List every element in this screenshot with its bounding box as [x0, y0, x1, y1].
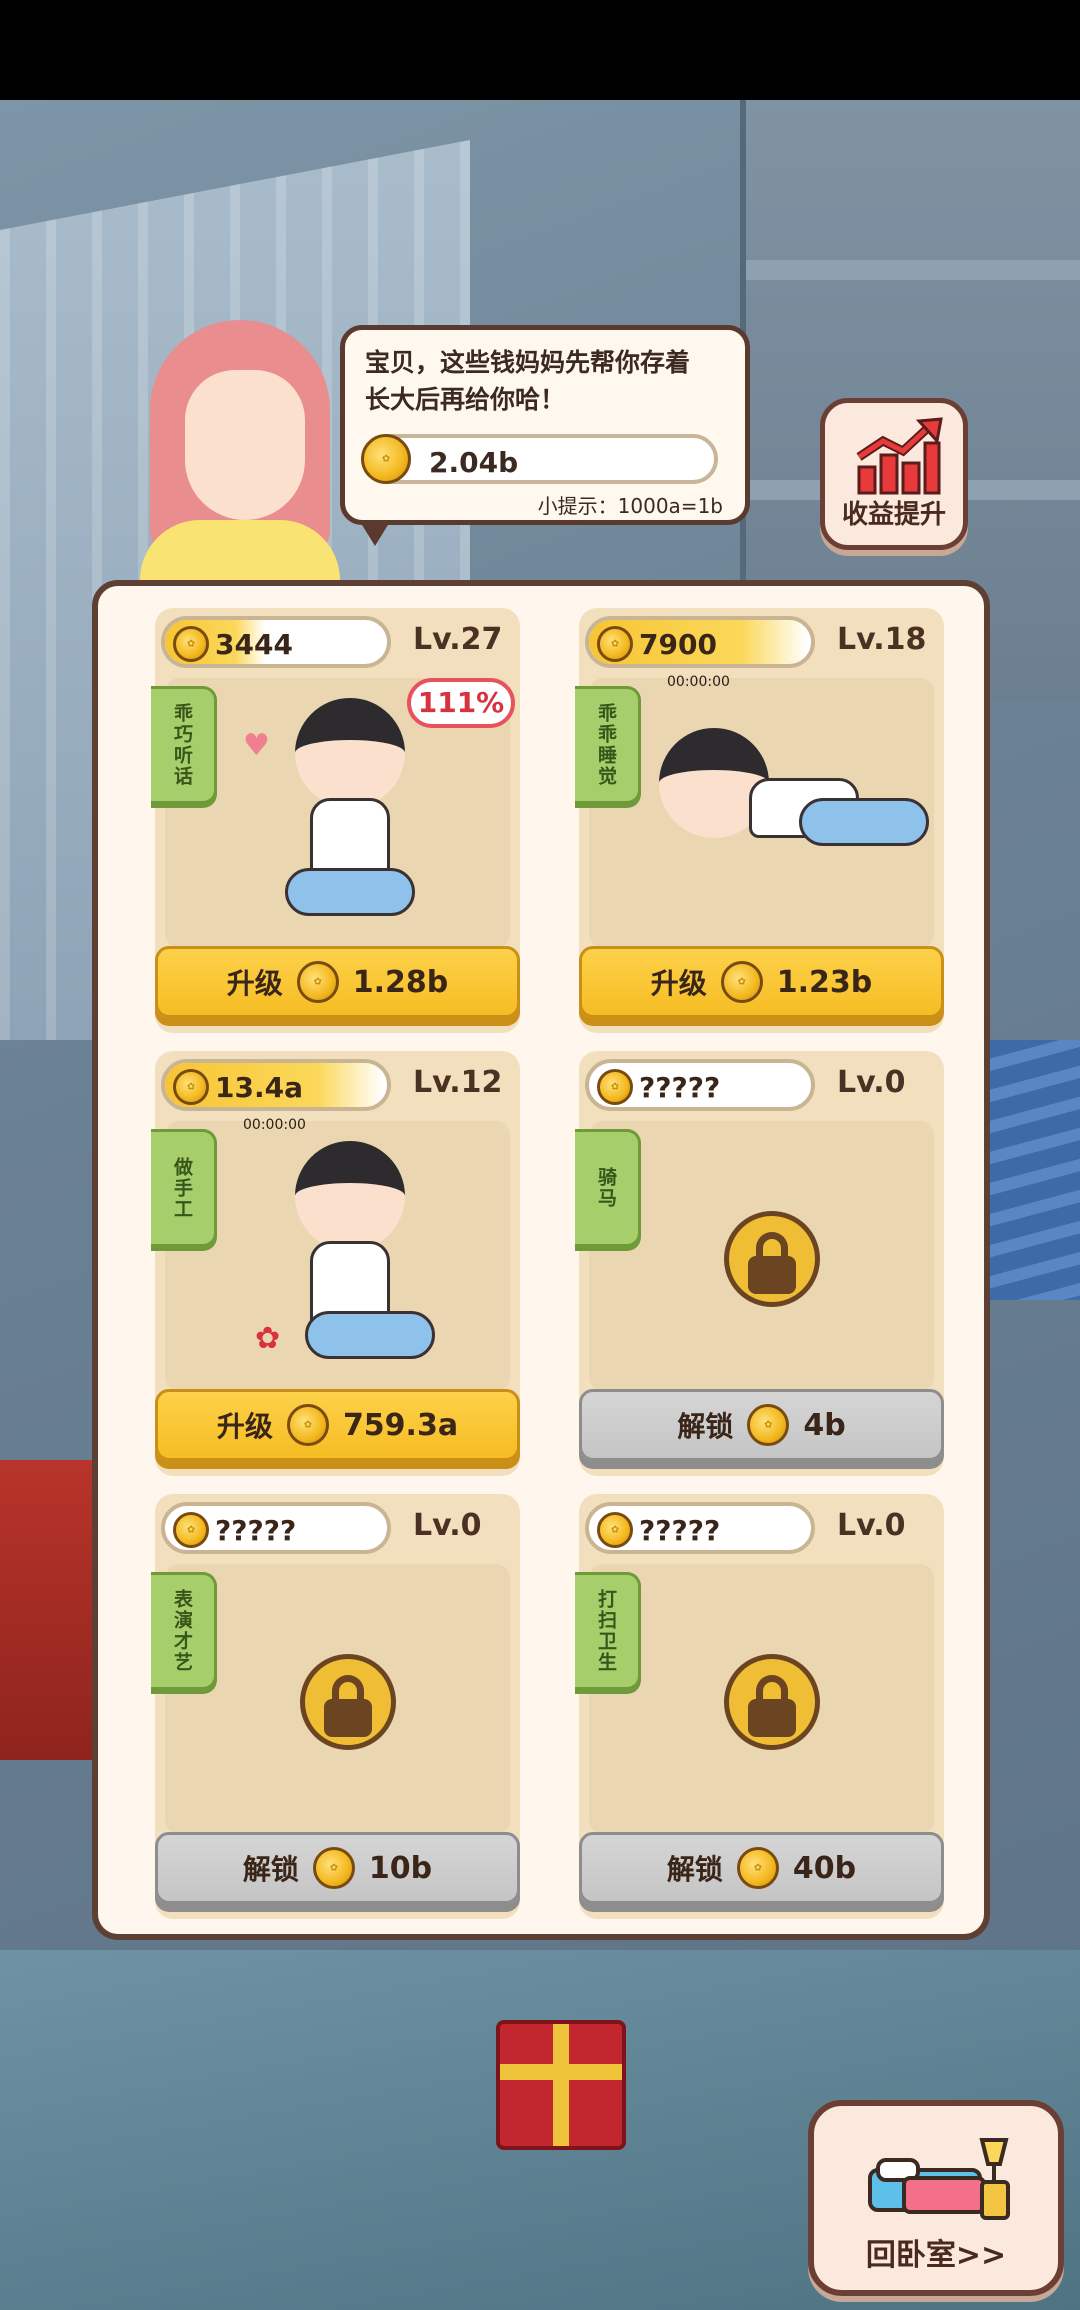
chart-up-icon — [856, 417, 943, 495]
savings-value: 2.04b — [429, 446, 519, 479]
savings-balance: 2.04b — [361, 434, 718, 484]
income-boost-label: 收益提升 — [841, 500, 946, 530]
coin-progress-bar: ????? — [585, 1059, 815, 1111]
back-to-bedroom-label: 回卧室>> — [865, 2238, 1007, 2273]
level-label: Lv.0 — [837, 1508, 906, 1543]
button-label: 升级 — [226, 967, 283, 1000]
level-label: Lv.18 — [837, 622, 927, 657]
activity-tag: 乖巧听话 — [151, 686, 217, 804]
button-cost: 4b — [803, 1407, 846, 1443]
gift-box[interactable] — [496, 2020, 626, 2150]
activity-tag: 骑马 — [575, 1129, 641, 1247]
coin-value: 13.4a — [215, 1071, 303, 1104]
activity-tag: 做手工 — [151, 1129, 217, 1247]
button-cost: 759.3a — [342, 1407, 459, 1443]
coin-progress-bar: 3444 — [161, 616, 391, 668]
back-to-bedroom-button[interactable]: 回卧室>> — [808, 2100, 1064, 2296]
coin-icon — [173, 626, 209, 662]
coin-icon — [597, 1069, 633, 1105]
upgrade-button[interactable]: 升级 1.23b — [579, 946, 944, 1018]
button-cost: 1.23b — [776, 964, 873, 1000]
button-label: 解锁 — [677, 1410, 734, 1443]
coin-value: ????? — [215, 1514, 297, 1547]
bonus-percent-badge: 111% — [407, 678, 515, 728]
button-label: 解锁 — [242, 1853, 299, 1886]
coin-icon — [361, 434, 411, 484]
activity-card-6: ????? Lv.0 打扫卫生 解锁 40b — [575, 1494, 944, 1919]
unlock-button[interactable]: 解锁 4b — [579, 1389, 944, 1461]
bed-icon — [868, 2138, 1010, 2220]
activity-tag: 表演才艺 — [151, 1572, 217, 1690]
activity-panel: ♥ 3444 Lv.27 乖巧听话 111% 升级 1.28b — [92, 580, 990, 1940]
coin-icon — [720, 961, 763, 1003]
coin-icon — [597, 626, 633, 662]
speech-text: 宝贝，这些钱妈妈先帮你存着 长大后再给你哈！ — [365, 348, 691, 414]
coin-value: ????? — [639, 1514, 721, 1547]
income-boost-button[interactable]: 收益提升 — [820, 398, 968, 550]
speech-bubble: 宝贝，这些钱妈妈先帮你存着 长大后再给你哈！ 2.04b 小提示：1000a=1… — [340, 325, 750, 546]
button-label: 升级 — [650, 967, 707, 1000]
lock-icon — [724, 1211, 820, 1307]
activity-card-4: ????? Lv.0 骑马 解锁 4b — [575, 1051, 944, 1476]
coin-progress-bar: ????? — [585, 1502, 815, 1554]
rose-icon: ✿ — [255, 1321, 281, 1356]
heart-icon: ♥ — [243, 728, 270, 763]
coin-icon — [747, 1404, 790, 1446]
button-label: 解锁 — [666, 1853, 723, 1886]
button-cost: 10b — [368, 1850, 433, 1886]
lock-icon — [724, 1654, 820, 1750]
level-label: Lv.27 — [413, 622, 503, 657]
activity-tag: 乖乖睡觉 — [575, 686, 641, 804]
coin-value: 3444 — [215, 628, 293, 661]
activity-card-3: ✿ 13.4a Lv.12 00:00:00 做手工 升级 759.3a — [151, 1051, 520, 1476]
bed-decoration — [990, 1040, 1080, 1300]
coin-icon — [286, 1404, 329, 1446]
coin-value: 7900 — [639, 628, 717, 661]
upgrade-button[interactable]: 升级 1.28b — [155, 946, 520, 1018]
activity-card-1: ♥ 3444 Lv.27 乖巧听话 111% 升级 1.28b — [151, 608, 520, 1033]
coin-icon — [597, 1512, 633, 1548]
activity-tag: 打扫卫生 — [575, 1572, 641, 1690]
unlock-button[interactable]: 解锁 10b — [155, 1832, 520, 1904]
coin-icon — [736, 1847, 779, 1889]
countdown-timer: 00:00:00 — [667, 674, 730, 690]
button-cost: 1.28b — [352, 964, 449, 1000]
coin-icon — [173, 1512, 209, 1548]
coin-icon — [312, 1847, 355, 1889]
mom-character — [130, 320, 350, 580]
activity-card-5: ????? Lv.0 表演才艺 解锁 10b — [151, 1494, 520, 1919]
coin-value: ????? — [639, 1071, 721, 1104]
upgrade-button[interactable]: 升级 759.3a — [155, 1389, 520, 1461]
level-label: Lv.12 — [413, 1065, 503, 1100]
countdown-timer: 00:00:00 — [243, 1117, 306, 1133]
unlock-button[interactable]: 解锁 40b — [579, 1832, 944, 1904]
level-label: Lv.0 — [837, 1065, 906, 1100]
coin-icon — [173, 1069, 209, 1105]
activity-card-2: 7900 Lv.18 00:00:00 乖乖睡觉 升级 1.23b — [575, 608, 944, 1033]
button-label: 升级 — [216, 1410, 273, 1443]
level-label: Lv.0 — [413, 1508, 482, 1543]
coin-progress-bar: 13.4a — [161, 1059, 391, 1111]
exchange-tip: 小提示：1000a=1b — [537, 494, 723, 518]
lock-icon — [300, 1654, 396, 1750]
coin-progress-bar: 7900 — [585, 616, 815, 668]
button-cost: 40b — [792, 1850, 857, 1886]
coin-icon — [296, 961, 339, 1003]
coin-progress-bar: ????? — [161, 1502, 391, 1554]
